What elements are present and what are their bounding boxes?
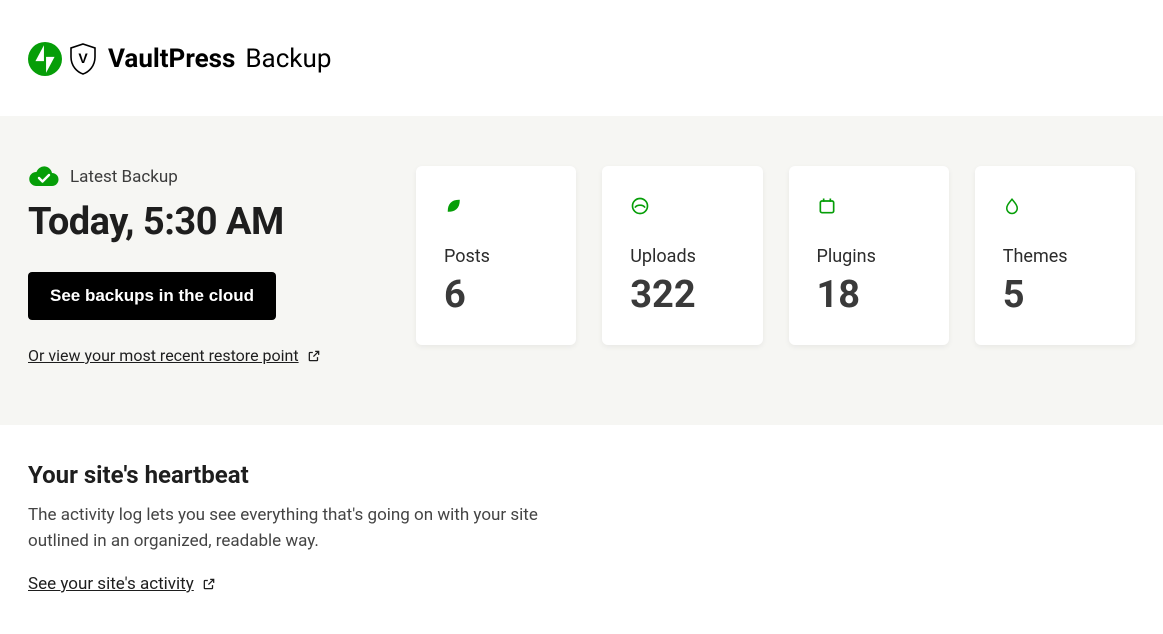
external-link-icon xyxy=(202,577,216,591)
stat-card-posts: Posts 6 xyxy=(416,166,576,345)
heartbeat-description: The activity log lets you see everything… xyxy=(28,503,572,554)
page-header: V VaultPress Backup xyxy=(0,0,1163,116)
stat-value: 6 xyxy=(444,273,548,317)
stat-label: Themes xyxy=(1003,246,1107,267)
drop-icon xyxy=(1003,196,1107,218)
leaf-icon xyxy=(444,196,548,218)
stat-card-themes: Themes 5 xyxy=(975,166,1135,345)
shield-icon: V xyxy=(68,42,98,76)
brand-name-bold: VaultPress xyxy=(108,44,235,74)
see-backups-button[interactable]: See backups in the cloud xyxy=(28,272,276,320)
external-link-icon xyxy=(307,349,321,363)
heartbeat-title: Your site's heartbeat xyxy=(28,461,572,489)
brand-name-light: Backup xyxy=(245,44,331,74)
restore-point-link[interactable]: Or view your most recent restore point xyxy=(28,346,321,365)
activity-log-link[interactable]: See your site's activity xyxy=(28,574,216,594)
stat-label: Uploads xyxy=(630,246,734,267)
heartbeat-section: Your site's heartbeat The activity log l… xyxy=(0,425,600,634)
stat-label: Posts xyxy=(444,246,548,267)
latest-backup-label: Latest Backup xyxy=(70,167,178,187)
cloud-check-icon xyxy=(28,166,60,188)
stat-card-uploads: Uploads 322 xyxy=(602,166,762,345)
latest-backup-time: Today, 5:30 AM xyxy=(28,200,388,244)
calendar-icon xyxy=(817,196,921,218)
activity-log-link-text: See your site's activity xyxy=(28,574,194,594)
brand-logo: V xyxy=(28,42,98,76)
stat-cards: Posts 6 Uploads 322 Plugins 18 xyxy=(416,166,1135,345)
jetpack-icon xyxy=(28,42,62,76)
gauge-icon xyxy=(630,196,734,218)
latest-backup-block: Latest Backup Today, 5:30 AM See backups… xyxy=(28,166,388,365)
stat-value: 5 xyxy=(1003,273,1107,317)
stat-label: Plugins xyxy=(817,246,921,267)
stat-value: 18 xyxy=(817,273,921,317)
restore-point-link-text: Or view your most recent restore point xyxy=(28,346,299,365)
stat-value: 322 xyxy=(630,273,734,317)
stat-card-plugins: Plugins 18 xyxy=(789,166,949,345)
backup-summary-panel: Latest Backup Today, 5:30 AM See backups… xyxy=(0,116,1163,425)
svg-text:V: V xyxy=(78,50,88,66)
